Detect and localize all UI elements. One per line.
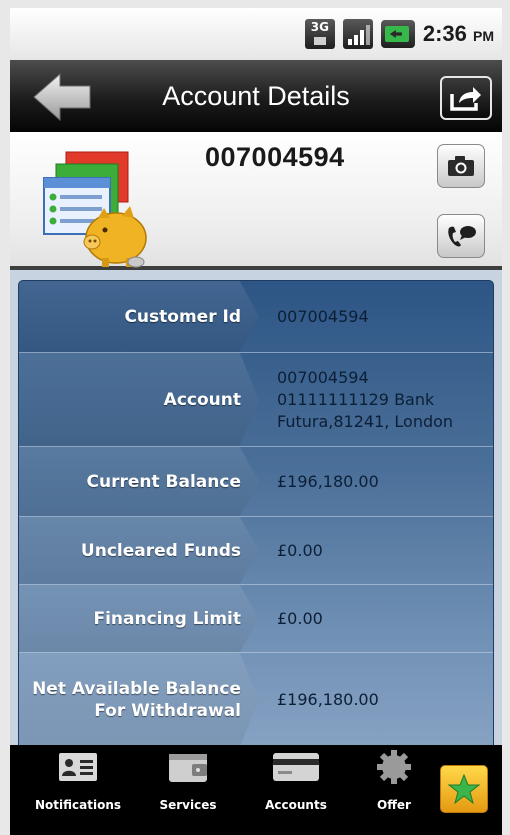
account-line: 007004594: [277, 367, 369, 387]
title-bar: Account Details: [10, 60, 502, 132]
signal-strength-icon: [342, 19, 373, 49]
clock-ampm: PM: [473, 28, 494, 44]
detail-row-current-balance: Current Balance £196,180.00: [19, 447, 493, 517]
nav-offer[interactable]: Offer: [364, 745, 424, 835]
detail-row-uncleared-funds: Uncleared Funds £0.00: [19, 517, 493, 585]
gear-icon: [376, 749, 412, 785]
share-button[interactable]: [440, 76, 492, 120]
clock-time: 2:36: [422, 21, 467, 46]
detail-label: Financing Limit: [93, 608, 241, 629]
detail-value: 007004594: [277, 306, 369, 326]
account-piggy-bank-icon: [38, 150, 158, 270]
contact-card-icon: [58, 749, 98, 785]
camera-icon: [448, 156, 474, 176]
detail-value: £0.00: [277, 608, 323, 628]
detail-row-account: Account 007004594 01111111129 Bank Futur…: [19, 353, 493, 447]
nav-services[interactable]: Services: [148, 745, 228, 835]
details-table: Customer Id 007004594 Account 007004594 …: [18, 280, 494, 745]
detail-value: 007004594 01111111129 Bank Futura,81241,…: [277, 353, 487, 446]
share-icon: [450, 87, 481, 111]
detail-value: £196,180.00: [277, 690, 379, 709]
nav-accounts[interactable]: Accounts: [258, 745, 334, 835]
detail-value: £196,180.00: [277, 471, 379, 491]
credit-card-icon: [272, 749, 320, 785]
account-header: 007004594: [10, 132, 502, 270]
nav-label: Notifications: [34, 798, 122, 812]
nav-label: Offer: [377, 798, 411, 812]
account-number: 007004594: [205, 142, 345, 172]
star-icon: [448, 774, 480, 804]
clock: 2:36 PM: [423, 21, 494, 47]
account-line: 01111111129 Bank: [277, 389, 435, 409]
network-3g-icon: 3G: [304, 19, 335, 49]
account-line: Futura,81241, London: [277, 411, 454, 431]
nav-label: Accounts: [265, 798, 327, 812]
detail-label: Current Balance: [86, 471, 241, 492]
detail-label: Customer Id: [124, 306, 241, 327]
call-button[interactable]: [437, 214, 485, 258]
detail-label: Net Available Balance For Withdrawal: [32, 679, 241, 721]
call-bubble-icon: [448, 226, 476, 247]
phone-screen: 3G 2:36 PM Account Details 007004594 Cus…: [0, 0, 510, 835]
detail-value: £0.00: [277, 540, 323, 560]
camera-button[interactable]: [437, 144, 485, 188]
detail-label: Uncleared Funds: [80, 540, 241, 561]
detail-row-financing-limit: Financing Limit £0.00: [19, 585, 493, 653]
nav-label: Services: [159, 798, 217, 812]
favorite-button[interactable]: [440, 765, 488, 813]
battery-charging-icon: [380, 20, 415, 48]
back-arrow-icon: [33, 72, 91, 122]
detail-row-customer-id: Customer Id 007004594: [19, 281, 493, 353]
detail-label: Account: [163, 389, 241, 410]
bottom-navigation: Notifications Services Accounts Offer: [10, 745, 502, 835]
nav-notifications[interactable]: Notifications: [28, 745, 128, 835]
back-button[interactable]: [32, 72, 92, 122]
detail-row-net-available-balance: Net Available Balance For Withdrawal £19…: [19, 653, 493, 745]
status-bar: 3G 2:36 PM: [10, 8, 502, 60]
wallet-icon: [168, 749, 208, 785]
account-details-panel: Customer Id 007004594 Account 007004594 …: [10, 270, 502, 745]
